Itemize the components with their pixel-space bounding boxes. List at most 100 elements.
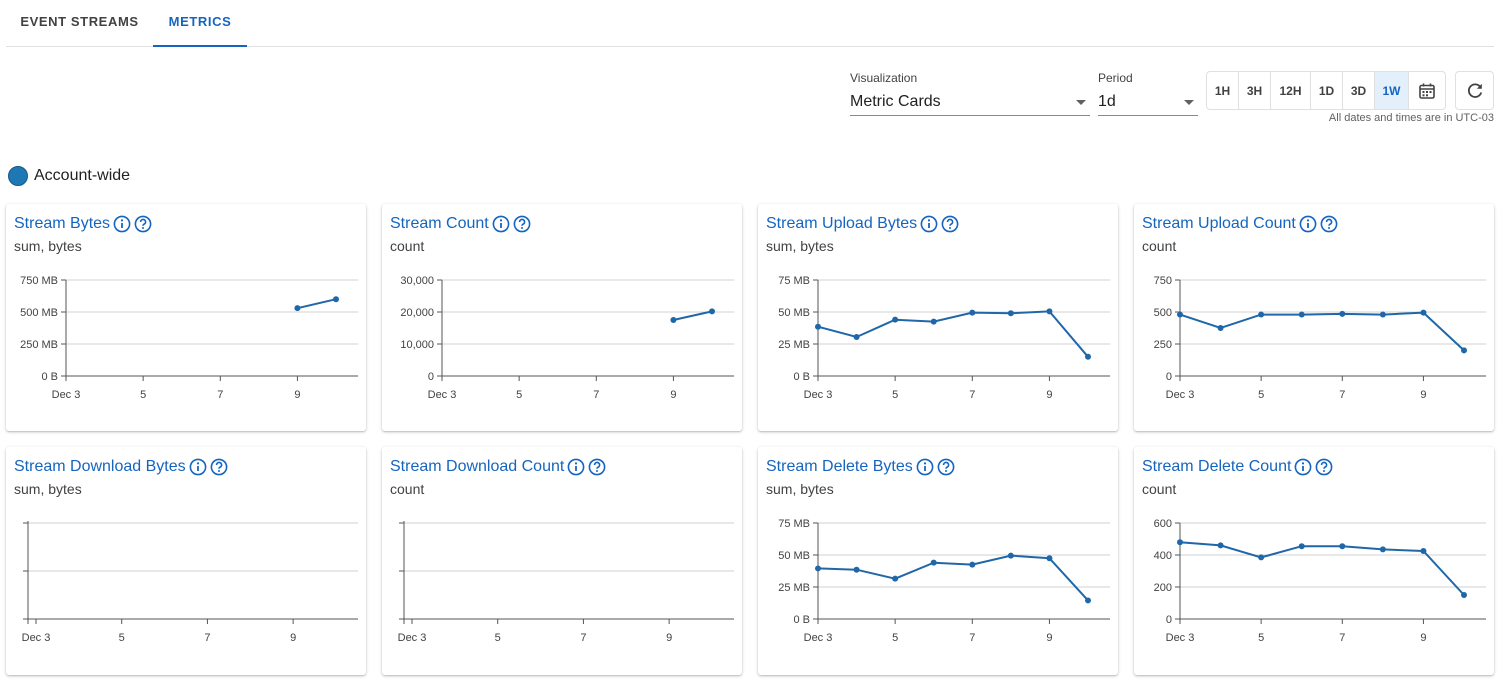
data-point[interactable] — [1217, 542, 1224, 549]
data-point[interactable] — [930, 559, 937, 566]
metric-title[interactable]: Stream Download Count — [390, 458, 606, 476]
data-point[interactable] — [1217, 325, 1224, 331]
metric-title-text: Stream Download Bytes — [14, 458, 186, 475]
help-icon[interactable] — [513, 215, 531, 233]
data-point[interactable] — [1298, 543, 1305, 550]
range-3h-button[interactable]: 3H — [1239, 72, 1271, 109]
data-point[interactable] — [930, 318, 937, 325]
data-point[interactable] — [1007, 552, 1014, 559]
tab-metrics[interactable]: METRICS — [153, 0, 247, 47]
metric-title[interactable]: Stream Count — [390, 215, 531, 233]
data-point[interactable] — [853, 333, 860, 340]
y-tick-label: 0 B — [41, 371, 58, 383]
help-icon[interactable] — [588, 458, 606, 476]
data-point[interactable] — [294, 305, 301, 312]
data-point[interactable] — [1177, 311, 1183, 318]
y-tick-label: 600 — [1154, 518, 1172, 530]
data-point[interactable] — [892, 575, 899, 582]
help-icon[interactable] — [134, 215, 152, 233]
timezone-note: All dates and times are in UTC-03 — [1328, 112, 1494, 124]
data-point[interactable] — [853, 566, 860, 573]
data-point[interactable] — [1177, 539, 1183, 546]
x-tick-label: 9 — [1046, 389, 1052, 401]
data-point[interactable] — [1085, 597, 1091, 604]
info-icon[interactable] — [1294, 458, 1312, 476]
data-point[interactable] — [1379, 546, 1386, 553]
info-icon[interactable] — [113, 215, 131, 233]
metric-title-text: Stream Bytes — [14, 215, 111, 232]
data-point[interactable] — [1046, 555, 1053, 562]
line-chart: Dec 3 5 7 9 — [22, 521, 358, 644]
x-tick-label: 5 — [1258, 632, 1264, 644]
x-tick-label: Dec 3 — [1166, 632, 1195, 644]
metric-title[interactable]: Stream Download Bytes — [14, 458, 228, 476]
x-tick-label: 9 — [1420, 389, 1426, 401]
info-icon[interactable] — [1299, 215, 1317, 233]
info-icon[interactable] — [189, 458, 207, 476]
help-icon[interactable] — [937, 458, 955, 476]
data-point[interactable] — [815, 323, 821, 330]
range-1h-button[interactable]: 1H — [1207, 72, 1239, 109]
data-point[interactable] — [1379, 311, 1386, 318]
metric-title-text: Stream Count — [390, 215, 489, 232]
series-line — [673, 310, 713, 321]
legend-swatch — [8, 166, 28, 186]
metric-title[interactable]: Stream Upload Count — [1142, 215, 1338, 233]
metric-title[interactable]: Stream Upload Bytes — [766, 215, 959, 233]
info-icon[interactable] — [916, 458, 934, 476]
help-icon[interactable] — [1320, 215, 1338, 233]
period-dropdown[interactable]: 1d — [1098, 89, 1198, 116]
period-label: Period — [1098, 71, 1133, 85]
data-point[interactable] — [1420, 309, 1427, 316]
tab-event-streams[interactable]: EVENT STREAMS — [6, 0, 153, 47]
x-tick-label: 7 — [580, 632, 586, 644]
info-icon[interactable] — [492, 215, 510, 233]
data-point[interactable] — [1258, 554, 1265, 561]
metric-subtitle: count — [390, 238, 425, 254]
data-point[interactable] — [333, 296, 339, 303]
data-point[interactable] — [1085, 353, 1091, 360]
y-tick-label: 50 MB — [778, 307, 810, 319]
metric-title[interactable]: Stream Bytes — [14, 215, 152, 233]
y-tick-label: 400 — [1154, 550, 1172, 562]
x-tick-label: 5 — [516, 389, 522, 401]
series-line — [1179, 311, 1465, 352]
data-point[interactable] — [1420, 548, 1427, 554]
metric-title-text: Stream Download Count — [390, 458, 565, 475]
refresh-button[interactable] — [1455, 71, 1494, 110]
range-1d-button[interactable]: 1D — [1311, 72, 1343, 109]
info-icon[interactable] — [567, 458, 585, 476]
info-icon[interactable] — [920, 215, 938, 233]
data-point[interactable] — [1461, 347, 1467, 354]
data-point[interactable] — [709, 308, 715, 315]
visualization-dropdown[interactable]: Metric Cards — [850, 89, 1090, 116]
data-point[interactable] — [969, 309, 976, 316]
visualization-select: Visualization Metric Cards — [850, 71, 1090, 117]
data-point[interactable] — [969, 561, 976, 568]
range-12h-button[interactable]: 12H — [1271, 72, 1311, 109]
help-icon[interactable] — [210, 458, 228, 476]
data-point[interactable] — [670, 317, 677, 323]
x-tick-label: 9 — [294, 389, 300, 401]
x-tick-label: Dec 3 — [1166, 389, 1195, 401]
y-tick-label: 250 — [1154, 339, 1172, 351]
data-point[interactable] — [1339, 543, 1346, 550]
range-1w-button[interactable]: 1W — [1375, 72, 1409, 109]
metric-title[interactable]: Stream Delete Bytes — [766, 458, 955, 476]
calendar-button[interactable] — [1409, 72, 1445, 109]
data-point[interactable] — [815, 565, 821, 572]
data-point[interactable] — [1007, 310, 1014, 317]
line-chart: 0 250 500 750 Dec 3 5 7 9 — [1154, 275, 1486, 401]
help-icon[interactable] — [941, 215, 959, 233]
metric-title[interactable]: Stream Delete Count — [1142, 458, 1333, 476]
range-3d-button[interactable]: 3D — [1343, 72, 1375, 109]
data-point[interactable] — [1339, 310, 1346, 317]
data-point[interactable] — [1258, 311, 1265, 318]
y-tick-label: 0 B — [793, 614, 810, 626]
metric-subtitle: count — [390, 481, 425, 497]
data-point[interactable] — [892, 316, 899, 323]
data-point[interactable] — [1046, 308, 1053, 315]
data-point[interactable] — [1298, 311, 1305, 318]
data-point[interactable] — [1461, 592, 1467, 598]
help-icon[interactable] — [1315, 458, 1333, 476]
